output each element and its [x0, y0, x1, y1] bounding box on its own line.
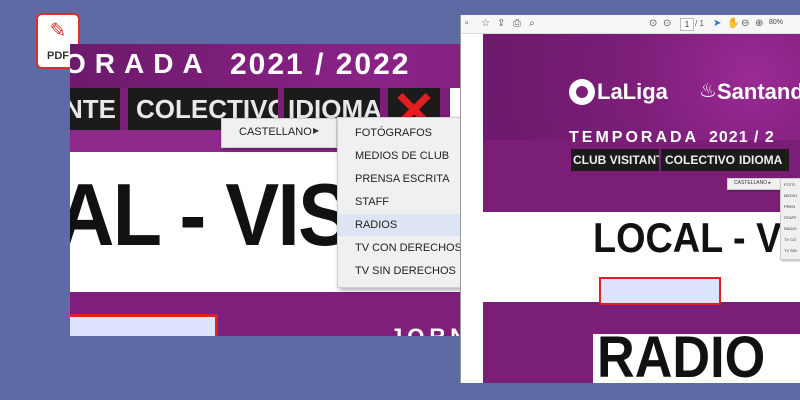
language-menu: CASTELLANO ▶ [221, 118, 337, 148]
mini-language-menu[interactable]: CASTELLANO ▸ [727, 178, 785, 190]
pdf-toolbar: ▫ ☆ ⇪ ⎙ ⌕ ⊙ ⊙ 1 / 1 ➤ ✋ ⊖ ⊕ 80% [461, 15, 800, 34]
mini-menu-item[interactable]: RADIO [781, 223, 800, 234]
save-icon[interactable]: ▫ [465, 18, 469, 30]
season-label: TEMPORADA [569, 129, 700, 146]
pdf-viewer-window: ▫ ☆ ⇪ ⎙ ⌕ ⊙ ⊙ 1 / 1 ➤ ✋ ⊖ ⊕ 80% LOCAL - … [460, 15, 800, 383]
mini-menu-item[interactable]: TV SIN [781, 245, 800, 256]
season-year: 2021 / 2022 [230, 48, 411, 81]
season-year: 2021 / 2 [709, 129, 775, 146]
upload-icon[interactable]: ⇪ [497, 18, 505, 30]
mini-menu-item[interactable]: FOTÓ [781, 179, 800, 190]
hand-icon[interactable]: ✋ [727, 18, 739, 30]
club-visitante-button[interactable]: CLUB VISITANTE [571, 149, 659, 171]
club-visitante-label: NTE [70, 94, 116, 124]
mini-menu-item[interactable]: PREN [781, 201, 800, 212]
print-icon[interactable]: ⎙ [513, 18, 521, 30]
acrobat-icon: ✎ [49, 18, 67, 42]
brand-laliga: LaLiga [597, 79, 668, 104]
colectivo-button[interactable]: COLECTIVO [661, 149, 735, 171]
bookmark-icon[interactable]: ☆ [481, 18, 490, 30]
santander-flame-icon: ♨ [699, 80, 717, 102]
cursor-icon[interactable]: ➤ [713, 18, 721, 30]
search-icon[interactable]: ⌕ [529, 18, 535, 30]
club-visitante-button[interactable]: NTE [70, 88, 120, 130]
club-name-field[interactable] [599, 277, 721, 305]
nav-bar: CLUB VISITANTE COLECTIVO IDIOMA [571, 149, 789, 171]
mini-menu-item-castellano[interactable]: CASTELLANO ▸ [734, 179, 771, 188]
season-label: ORADA [70, 48, 212, 79]
input-field[interactable] [70, 314, 218, 336]
laliga-logo-icon [569, 79, 595, 105]
zoom-out-icon[interactable]: ⊖ [741, 18, 749, 30]
mini-menu-item[interactable]: MEDIO [781, 190, 800, 201]
zoom-level[interactable]: 80% [769, 19, 783, 26]
page-up-icon[interactable]: ⊙ [649, 18, 657, 30]
idioma-button[interactable]: IDIOMA [735, 149, 789, 171]
submenu-arrow-icon: ▶ [313, 126, 320, 135]
radio-heading: RADIO [597, 325, 766, 383]
page-total: / 1 [695, 19, 704, 28]
page-number-input[interactable]: 1 [680, 18, 694, 31]
mini-menu-item[interactable]: TV CO [781, 234, 800, 245]
zoom-in-icon[interactable]: ⊕ [755, 18, 763, 30]
page-margin [461, 34, 483, 139]
page-down-icon[interactable]: ⊙ [663, 18, 671, 30]
menu-item-castellano[interactable]: CASTELLANO [239, 126, 312, 138]
mini-submenu: FOTÓ MEDIO PREN STAFF RADIO TV CO TV SIN [780, 178, 800, 260]
mini-menu-item[interactable]: STAFF [781, 212, 800, 223]
brand-santander: Santand [717, 79, 800, 104]
local-visitante-heading: LOCAL - VISIT [593, 214, 800, 261]
